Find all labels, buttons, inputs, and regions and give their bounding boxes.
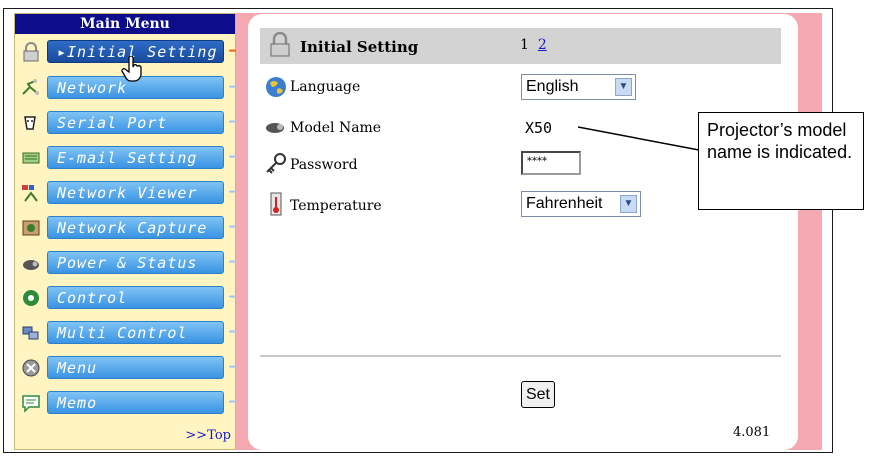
- callout-leader-line: [577, 126, 700, 151]
- callout-box: Projector’s model name is indicated.: [698, 112, 864, 210]
